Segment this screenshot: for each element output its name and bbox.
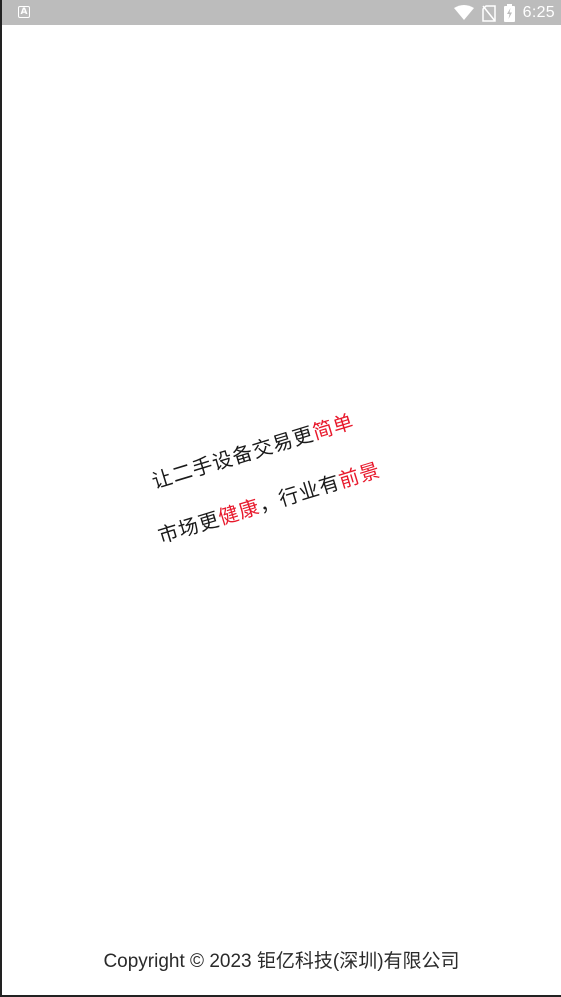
battery-charging-icon	[503, 4, 515, 22]
slogan-line-2-text: 市场更	[155, 506, 223, 549]
no-sim-icon	[481, 4, 496, 22]
slogan-highlight-simple: 简单	[309, 409, 357, 445]
status-bar: A 6:25	[2, 0, 561, 25]
slogan: 让二手设备交易更简单 市场更健康，行业有前景	[126, 353, 447, 581]
copyright-text: Copyright © 2023 钜亿科技(深圳)有限公司	[103, 951, 460, 972]
wifi-icon	[453, 5, 474, 21]
splash-screen: A 6:25 让二手设备交易更简单 市场更健康，行业有前景 Copyright …	[0, 0, 561, 997]
status-time: 6:25	[522, 4, 555, 21]
system-icons: 6:25	[453, 3, 555, 23]
slogan-line-2-middle: ，行业有	[255, 469, 343, 518]
slogan-highlight-healthy: 健康	[215, 494, 263, 530]
slogan-highlight-prospect: 前景	[335, 457, 384, 493]
notification-a-icon: A	[18, 6, 30, 18]
